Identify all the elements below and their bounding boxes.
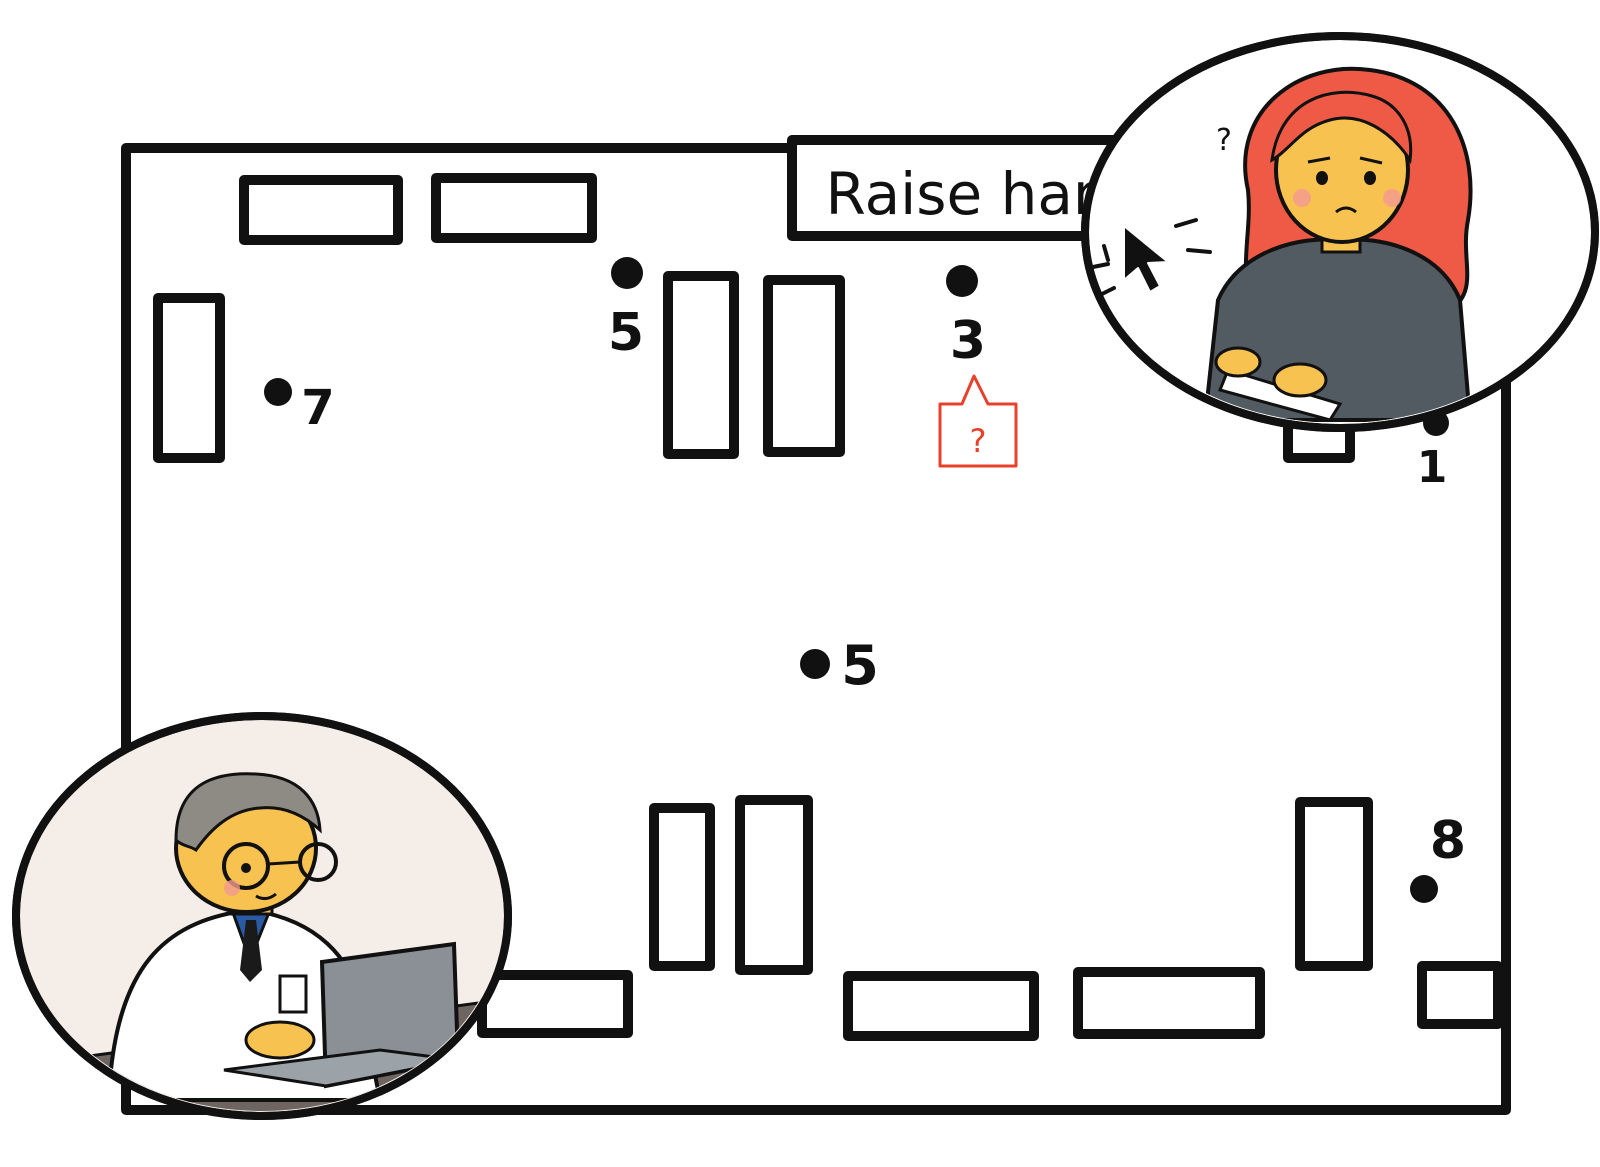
question-bubble: ? — [938, 374, 1018, 468]
teacher-avatar-circle — [12, 712, 512, 1120]
desk — [153, 293, 225, 463]
desk — [843, 971, 1039, 1041]
desk — [735, 795, 813, 975]
marker-label: 8 — [1430, 811, 1466, 871]
desk — [1073, 967, 1265, 1039]
marker-dot — [611, 257, 643, 289]
desk — [663, 271, 739, 459]
location-marker: 7 — [264, 378, 335, 436]
marker-dot — [946, 265, 978, 297]
classroom-scene: Raise hand 5 3 7 1 5 8 ? ? — [12, 32, 1599, 1120]
marker-dot — [264, 378, 292, 406]
desk — [649, 803, 715, 971]
marker-label: 5 — [841, 634, 879, 697]
desk — [477, 970, 633, 1038]
desk — [1417, 961, 1503, 1029]
location-marker: 5 — [800, 634, 879, 697]
student-thought-mark: ? — [1216, 123, 1232, 158]
id-badge-icon — [278, 974, 308, 1014]
location-marker: 5 — [608, 257, 644, 363]
desk — [763, 275, 845, 457]
marker-label: 5 — [608, 303, 644, 363]
marker-dot — [1410, 875, 1438, 903]
desk — [1295, 797, 1373, 971]
marker-label: 7 — [301, 380, 334, 436]
location-marker: 1 — [1417, 410, 1449, 493]
location-marker: 8 — [1410, 811, 1466, 903]
desk — [431, 173, 597, 243]
student-avatar-circle: ? — [1081, 32, 1599, 432]
desk — [239, 175, 403, 245]
marker-dot — [800, 649, 830, 679]
marker-label: 3 — [950, 311, 986, 371]
marker-label: 1 — [1417, 442, 1448, 493]
location-marker: 3 — [946, 265, 986, 371]
question-mark: ? — [970, 422, 987, 460]
